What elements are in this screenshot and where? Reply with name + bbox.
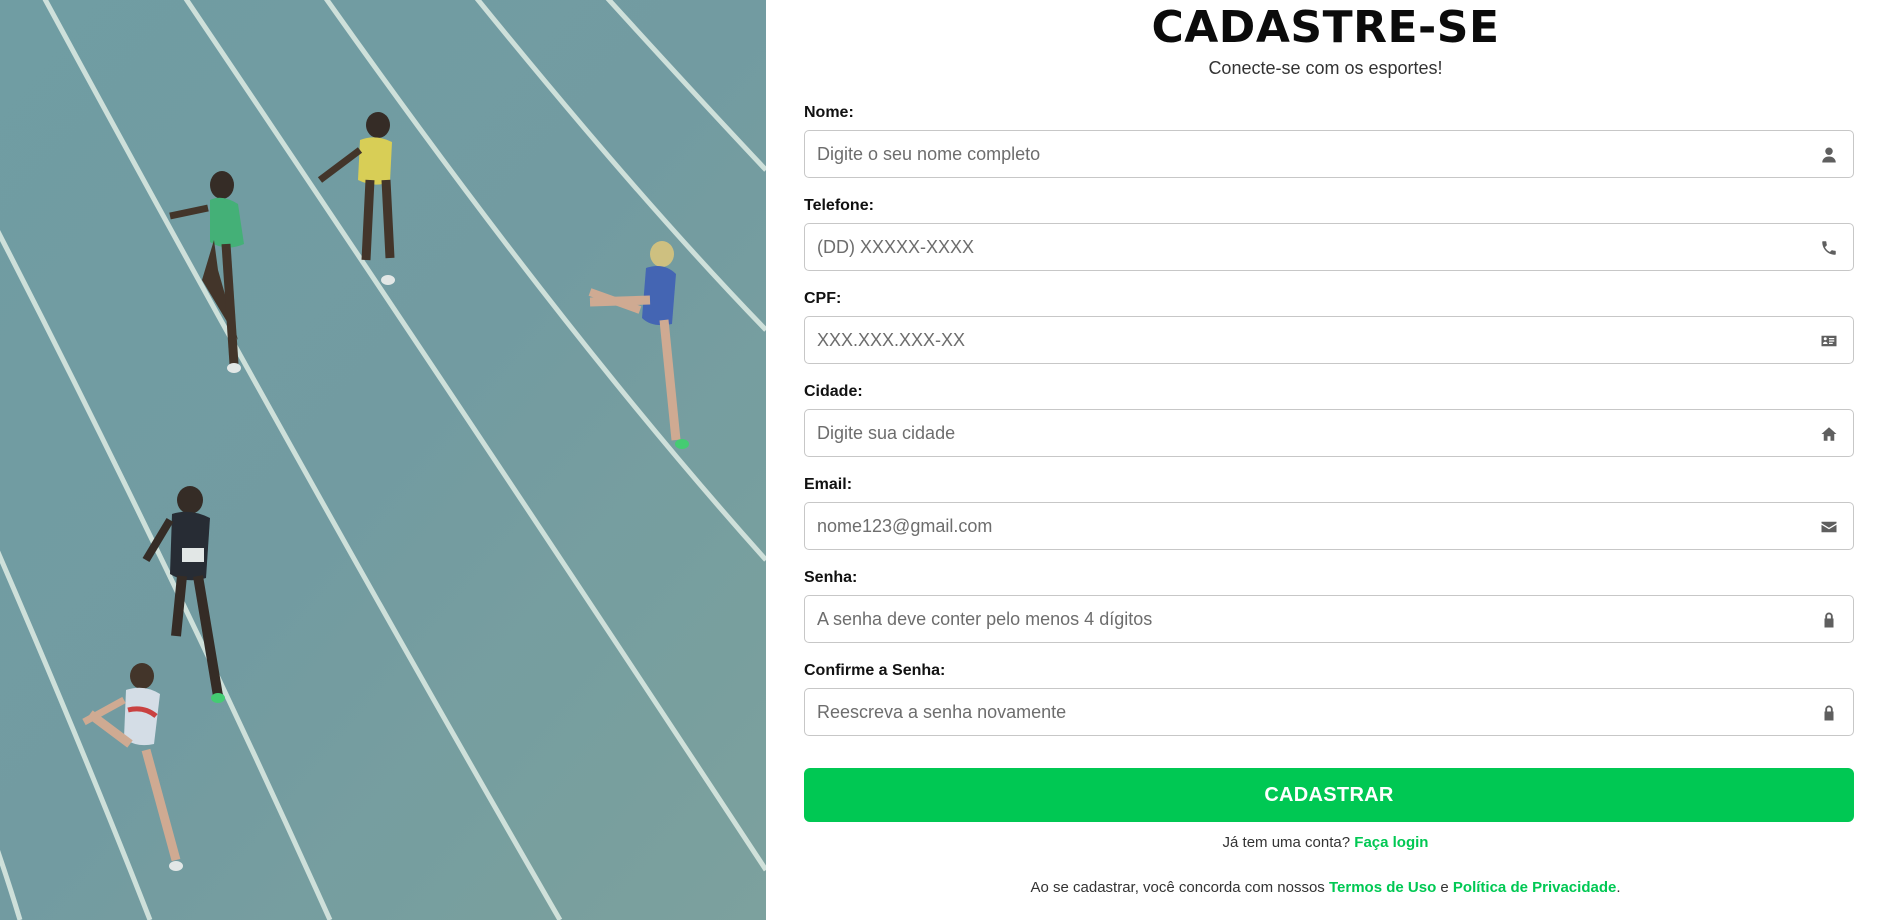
envelope-icon	[1819, 517, 1839, 537]
lock-icon	[1819, 610, 1839, 630]
signup-page: CADASTRE-SE Conecte-se com os esportes! …	[0, 0, 1885, 920]
name-field-group: Nome:	[804, 104, 1854, 178]
lock-icon	[1819, 703, 1839, 723]
password-field-group: Senha:	[804, 569, 1854, 643]
terms-suffix-text: .	[1616, 879, 1621, 896]
cpf-input-wrapper	[804, 316, 1854, 364]
email-label: Email:	[804, 476, 853, 493]
home-icon	[1819, 424, 1839, 444]
password-label: Senha:	[804, 569, 858, 586]
track-photo	[0, 0, 766, 920]
confirm-password-input[interactable]	[805, 689, 1853, 735]
name-label: Nome:	[804, 104, 854, 121]
user-icon	[1819, 145, 1839, 165]
cpf-label: CPF:	[804, 290, 842, 307]
city-input-wrapper	[804, 409, 1854, 457]
city-label: Cidade:	[804, 383, 863, 400]
confirm-password-field-group: Confirme a Senha:	[804, 662, 1854, 736]
terms-prefix-text: Ao se cadastrar, você concorda com nosso…	[1030, 879, 1325, 896]
hero-image	[0, 0, 766, 920]
signup-form-panel: CADASTRE-SE Conecte-se com os esportes! …	[766, 0, 1885, 920]
page-title: CADASTRE-SE	[1151, 2, 1500, 53]
name-input-wrapper	[804, 130, 1854, 178]
email-input[interactable]	[805, 503, 1853, 549]
id-card-icon	[1819, 331, 1839, 351]
cpf-field-group: CPF:	[804, 290, 1854, 364]
login-prompt-line: Já tem uma conta? Faça login	[766, 834, 1885, 851]
phone-label: Telefone:	[804, 197, 874, 214]
phone-input[interactable]	[805, 224, 1853, 270]
city-field-group: Cidade:	[804, 383, 1854, 457]
page-subtitle: Conecte-se com os esportes!	[1208, 58, 1443, 78]
login-prompt-text: Já tem uma conta?	[1222, 834, 1351, 851]
phone-icon	[1819, 238, 1839, 258]
terms-and-text: e	[1440, 879, 1449, 896]
privacy-policy-link[interactable]: Política de Privacidade	[1453, 879, 1616, 896]
login-link[interactable]: Faça login	[1354, 834, 1428, 851]
confirm-password-label: Confirme a Senha:	[804, 662, 946, 679]
terms-line: Ao se cadastrar, você concorda com nosso…	[766, 879, 1885, 896]
confirm-password-input-wrapper	[804, 688, 1854, 736]
name-input[interactable]	[805, 131, 1853, 177]
email-field-group: Email:	[804, 476, 1854, 550]
password-input-wrapper	[804, 595, 1854, 643]
phone-input-wrapper	[804, 223, 1854, 271]
terms-of-use-link[interactable]: Termos de Uso	[1329, 879, 1436, 896]
register-button[interactable]: CADASTRAR	[804, 768, 1854, 822]
city-input[interactable]	[805, 410, 1853, 456]
cpf-input[interactable]	[805, 317, 1853, 363]
phone-field-group: Telefone:	[804, 197, 1854, 271]
email-input-wrapper	[804, 502, 1854, 550]
password-input[interactable]	[805, 596, 1853, 642]
